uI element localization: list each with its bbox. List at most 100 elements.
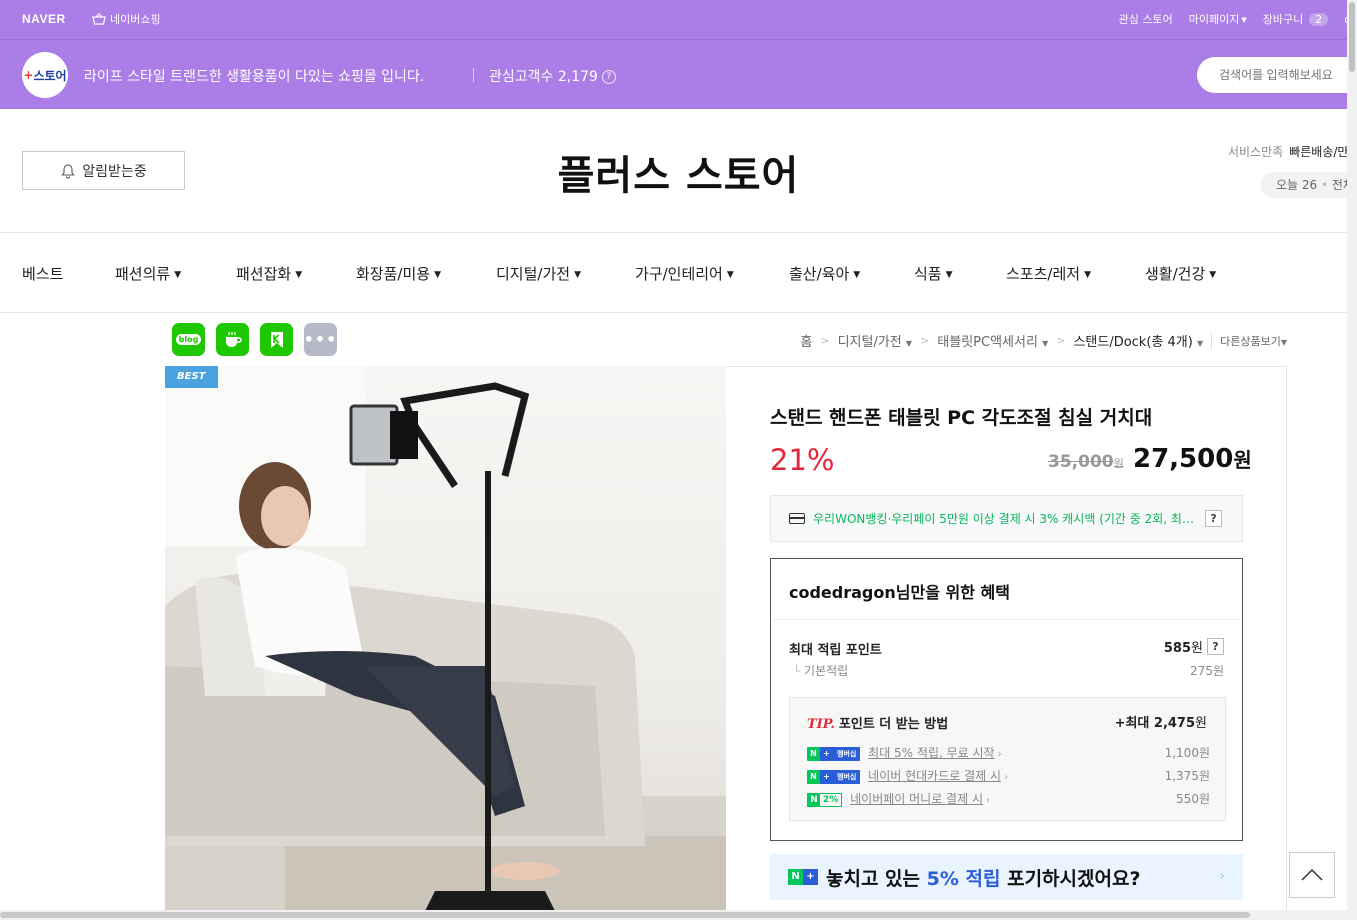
share-more-icon[interactable]: ••• xyxy=(304,323,337,356)
store-logo-text: 스토어 xyxy=(33,68,67,83)
horizontal-scrollbar[interactable] xyxy=(0,910,1347,920)
search-input[interactable] xyxy=(1197,57,1357,93)
tip-prefix: TIP. xyxy=(807,717,835,732)
chevron-right-icon: > xyxy=(1056,334,1066,347)
naver-plus-icon: N + xyxy=(788,869,818,885)
indent-mark: └ xyxy=(793,664,805,678)
naver-logo[interactable]: NAVER xyxy=(22,12,66,26)
help-icon[interactable]: ? xyxy=(601,70,616,84)
max-point-number: 585 xyxy=(1163,641,1192,656)
cashback-text: 우리WON뱅킹·우리페이 5만원 이상 결제 시 3% 캐시백 (기간 중 2회… xyxy=(813,512,1197,526)
store-bar: + 스토어 라이프 스타일 트랜드한 생활용품이 다있는 쇼핑몰 입니다. 관심고… xyxy=(0,40,1357,109)
category-best[interactable]: 베스트 xyxy=(22,263,63,284)
caret-down-icon: ▼ xyxy=(1280,337,1287,347)
tip-row-value: 550원 xyxy=(1176,792,1210,806)
other-products-link[interactable]: 다른상품보기▼ xyxy=(1211,332,1287,349)
bookmark-icon xyxy=(270,331,283,348)
tip-row-label: 네이버페이 머니로 결제 시 xyxy=(850,792,983,806)
help-icon[interactable]: ? xyxy=(1207,638,1224,655)
naver-shopping-link[interactable]: 네이버쇼핑 xyxy=(92,11,161,27)
divider xyxy=(473,68,474,82)
max-point-unit: 원 xyxy=(1191,641,1203,656)
tip-row-naverpay[interactable]: N 2% 네이버페이 머니로 결제 시 › 550원 xyxy=(807,790,1210,807)
product-title: 스탠드 핸드폰 태블릿 PC 각도조절 침실 거치대 xyxy=(770,407,1153,429)
naver-plus-membership-badge: N + 멤버십 xyxy=(807,746,861,761)
category-label: 패션의류 xyxy=(115,265,171,283)
chevron-down-icon: ▼ xyxy=(295,269,303,280)
category-sports[interactable]: 스포츠/레저 ▼ xyxy=(1006,263,1091,284)
caret-down-icon: ▼ xyxy=(1042,339,1049,348)
category-label: 식품 xyxy=(914,265,942,283)
fav-store-link[interactable]: 관심 스토어 xyxy=(1119,11,1173,27)
category-nav: 베스트 패션의류 ▼ 패션잡화 ▼ 화장품/미용 ▼ 디지털/가전 ▼ 가구/인테리어 ▼… xyxy=(0,232,1357,313)
chevron-down-icon: ▼ xyxy=(853,269,861,280)
scroll-top-button[interactable] xyxy=(1289,852,1335,898)
product-image[interactable]: BEST xyxy=(165,366,726,920)
promo-text: 놓치고 있는 5% 적립 포기하시겠어요? xyxy=(826,864,1140,891)
category-furniture[interactable]: 가구/인테리어 ▼ xyxy=(635,263,734,284)
store-description: 라이프 스타일 트랜드한 생활용품이 다있는 쇼핑몰 입니다. xyxy=(84,69,425,85)
share-talktalk-icon[interactable] xyxy=(260,323,293,356)
caret-down-icon: ▼ xyxy=(1196,339,1204,348)
scrollbar-thumb[interactable] xyxy=(1349,2,1355,72)
store-title[interactable]: 플러스 스토어 xyxy=(0,143,1357,201)
chevron-down-icon: ▼ xyxy=(1209,269,1217,280)
max-point-value: 585원? xyxy=(1164,637,1224,656)
category-label: 출산/육아 xyxy=(789,265,850,283)
cart-link[interactable]: 장바구니 2 xyxy=(1263,11,1329,27)
share-blog-icon[interactable]: blog xyxy=(172,323,205,356)
chevron-right-icon: > xyxy=(820,334,830,347)
basic-point-value: 275원 xyxy=(1190,664,1224,678)
breadcrumb-level2[interactable]: 태블릿PC액세서리 ▼ xyxy=(937,331,1048,350)
membership-promo-banner[interactable]: N + 놓치고 있는 5% 적립 포기하시겠어요? › xyxy=(770,854,1243,900)
share-cafe-icon[interactable] xyxy=(216,323,249,356)
category-food[interactable]: 식품 ▼ xyxy=(914,263,953,284)
category-baby[interactable]: 출산/육아 ▼ xyxy=(789,263,860,284)
naverpay-badge: N 2% xyxy=(807,792,843,807)
category-living[interactable]: 생활/건강 ▼ xyxy=(1145,263,1216,284)
tip-total-prefix: +최대 xyxy=(1114,716,1154,731)
service-satisfaction: 서비스만족 빠른배송/만 xyxy=(1228,143,1348,160)
fav-customer-count: 관심고객수 2,179? xyxy=(489,66,616,86)
plus-mark: + xyxy=(23,68,34,82)
naver-plus-membership-badge: N + 멤버십 xyxy=(807,769,861,784)
original-price-value: 35,000 xyxy=(1048,452,1114,472)
naver-shopping-label: 네이버쇼핑 xyxy=(110,13,161,26)
tip-row-card[interactable]: N + 멤버십 네이버 현대카드로 결제 시 › 1,375원 xyxy=(807,767,1210,784)
mypage-menu[interactable]: 마이페이지 ▼ xyxy=(1189,11,1247,27)
benefit-title: codedragon님만을 위한 혜택 xyxy=(789,583,1010,602)
breadcrumb-home[interactable]: 홈 xyxy=(800,331,812,350)
scrollbar-thumb[interactable] xyxy=(0,912,1250,918)
tip-title: TIP. 포인트 더 받는 방법 xyxy=(807,713,948,732)
chevron-down-icon: ▼ xyxy=(945,269,953,280)
promo-prefix: 놓치고 있는 xyxy=(826,867,927,890)
vertical-scrollbar[interactable] xyxy=(1347,0,1357,920)
category-label: 화장품/미용 xyxy=(356,265,431,283)
fav-customer-count-label: 관심고객수 2,179 xyxy=(489,69,598,85)
cashback-banner[interactable]: 우리WON뱅킹·우리페이 5만원 이상 결제 시 3% 캐시백 (기간 중 2회… xyxy=(770,495,1243,542)
sale-price-unit: 원 xyxy=(1233,448,1252,472)
breadcrumb-current[interactable]: 스탠드/Dock(총 4개) ▼ xyxy=(1073,331,1203,350)
original-price-unit: 원 xyxy=(1113,457,1124,470)
badge-text: 멤버십 xyxy=(833,746,861,761)
product-photo xyxy=(165,366,726,920)
tip-total-unit: 원 xyxy=(1195,716,1207,731)
breadcrumb-level2-label: 태블릿PC액세서리 xyxy=(937,335,1038,350)
chevron-right-icon: › xyxy=(1219,868,1225,884)
cup-icon xyxy=(225,331,242,347)
category-fashion-accessories[interactable]: 패션잡화 ▼ xyxy=(236,263,302,284)
card-icon xyxy=(789,513,805,524)
badge-text: 2% xyxy=(823,794,839,805)
max-point-label: 최대 적립 포인트 xyxy=(789,643,882,658)
chevron-right-icon: › xyxy=(986,795,990,806)
help-icon[interactable]: ? xyxy=(1205,510,1222,527)
tip-row-membership[interactable]: N + 멤버십 최대 5% 적립, 무료 시작 › 1,100원 xyxy=(807,744,1210,761)
category-digital[interactable]: 디지털/가전 ▼ xyxy=(496,263,581,284)
category-fashion-clothing[interactable]: 패션의류 ▼ xyxy=(115,263,181,284)
tip-row-label: 네이버 현대카드로 결제 시 xyxy=(868,769,1002,783)
best-badge: BEST xyxy=(165,366,218,388)
category-cosmetics[interactable]: 화장품/미용 ▼ xyxy=(356,263,441,284)
breadcrumb-level1[interactable]: 디지털/가전 ▼ xyxy=(838,331,912,350)
store-logo[interactable]: + 스토어 xyxy=(22,52,68,98)
chevron-right-icon: › xyxy=(997,749,1002,760)
